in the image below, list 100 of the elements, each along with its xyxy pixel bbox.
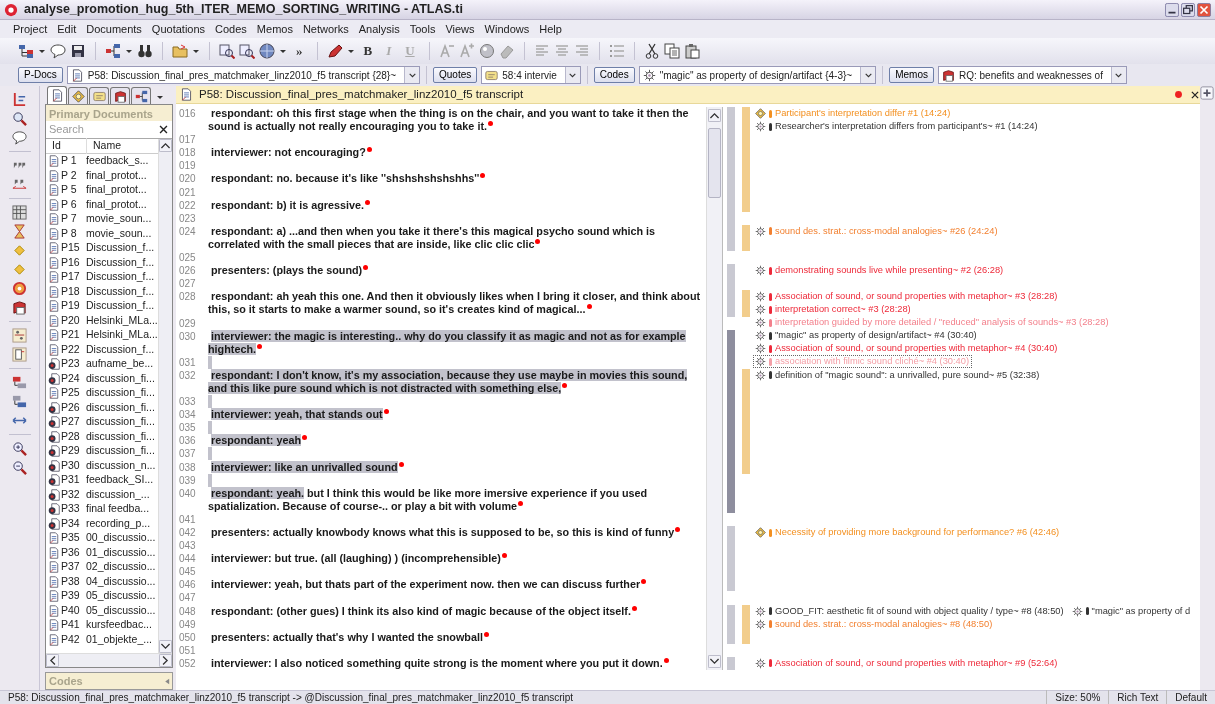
document-name[interactable]: final_protot... [86,182,147,199]
transcript-paragraph: respondant: yeah [206,434,706,448]
margin-code[interactable]: Association of sound, or sound properties with metaphor~ #4 (30:40) [753,342,1061,356]
document-id: P21 [61,327,80,343]
menu-item[interactable]: Views [440,20,480,38]
document-id: P30 [61,457,80,473]
document-name[interactable]: recording_p... [86,515,151,532]
document-name[interactable]: 05_discussio... [86,602,156,619]
line-number: 033 [178,395,197,409]
transcript-paragraph: respondant: (other gues) I think its also kind of magic because of the object itself. [206,604,706,618]
selector-button[interactable]: P-Docs [18,67,63,83]
menu-item[interactable]: Windows [479,20,535,38]
document-name[interactable]: Helsinki_MLa... [86,327,158,344]
document-id: P 6 [61,196,77,212]
line-number: 037 [178,447,197,461]
document-name[interactable]: feedback_s... [86,153,149,170]
document-name[interactable]: kursfeedbac... [86,617,152,634]
menu-item[interactable]: Codes [210,20,252,38]
document-name[interactable]: movie_soun... [86,211,152,228]
document-name[interactable]: Discussion_f... [86,254,155,271]
document-name[interactable]: final_protot... [86,196,147,213]
document-name[interactable]: final feedba... [86,501,150,518]
document-name[interactable]: discussion_fi... [86,414,155,431]
window-title: analyse_promotion_hug_5th_ITER_MEMO_SORTING_WRITING - ATLAS.ti [24,1,463,19]
status-text: P58: Discussion_final_pres_matchmaker_linz2010_f5 transcript -> @Discussion_final_pres_matchmaker_linz2010_f5 transcript [8,691,575,704]
document-name[interactable]: Helsinki_MLa... [86,312,158,329]
selector-dropdown[interactable]: "magic" as property of design/artifact {4-3}~ [638,66,877,84]
document-title: P58: Discussion_final_pres_matchmaker_linz2010_f5 transcript [199,86,525,102]
document-name[interactable]: 02_discussio... [86,559,156,576]
margin-code[interactable]: interpretation correct~ #3 (28:28) [753,303,914,317]
document-id: P 2 [61,167,77,183]
document-name[interactable]: discussion_fi... [86,370,155,387]
margin-code[interactable]: Association of sound, or sound properties with metaphor~ #3 (28:28) [753,290,1061,304]
menu-item[interactable]: Edit [52,20,82,38]
transcript-paragraph: respondant: I don't know, it's my association, because they use maybe in movies this sound, and this like pure sound which is not distracted with something else, [207,368,689,396]
document-name[interactable]: 04_discussio... [86,573,156,590]
line-number: 041 [178,512,197,526]
document-name[interactable]: discussion_fi... [86,443,155,460]
document-name[interactable]: discussion_fi... [86,399,155,416]
format-button[interactable]: B [358,41,378,61]
menu-item[interactable]: Help [534,20,567,38]
document-name[interactable]: discussion_n... [86,457,156,474]
menu-item[interactable]: Project [8,20,53,38]
line-number: 047 [178,591,197,605]
margin-code[interactable]: definition of "magic sound": a unrivalled, pure sound~ #5 (32:38) [753,368,1043,382]
menu-item[interactable]: Documents [81,20,147,38]
document-name[interactable]: Discussion_f... [86,341,155,358]
document-id: P39 [61,588,80,604]
margin-code[interactable]: Association of sound, or sound properties with metaphor~ #9 (52:64) [753,656,1061,670]
margin-code[interactable]: GOOD_FIT: aesthetic fit of sound with object quality / type~ #8 (48:50) [753,604,1067,618]
selector-dropdown[interactable]: RQ: benefits and weaknesses of [937,66,1127,84]
document-name[interactable]: discussion_fi... [86,428,155,445]
transcript-paragraph: interviewer: not encouraging? [206,146,706,160]
document-name[interactable]: 00_discussio... [86,530,156,547]
document-name[interactable]: 01_objekte_... [86,631,152,648]
margin-code[interactable]: demonstrating sounds live while presenting~ #2 (26:28) [753,264,1007,278]
transcript-paragraph: interviewer: but true. (all (laughing) ) (incomprehensible) [206,552,706,566]
margin-code[interactable]: Researcher's interpretation differs from participant's~ #1 (14:24) [753,120,1041,133]
menu-item[interactable]: Networks [297,20,354,38]
menu-item[interactable]: Analysis [353,20,405,38]
document-id: P41 [61,617,80,633]
selector-dropdown[interactable]: 58:4 intervie [481,66,581,84]
document-name[interactable]: Discussion_f... [86,269,155,286]
document-name[interactable]: final_protot... [86,167,147,184]
selector-dropdown[interactable]: P58: Discussion_final_pres_matchmaker_linz2010_f5 transcript {28}~ [66,66,421,84]
document-id: P18 [61,283,80,299]
line-number: 017 [178,133,197,147]
document-name[interactable]: Discussion_f... [86,298,155,315]
document-id: P23 [61,356,80,372]
margin-code[interactable]: "magic" as property of design/artifact~ #4 (30:40) [753,329,980,343]
margin-code[interactable]: "magic" as property of d [1069,604,1194,618]
selector-button[interactable]: Codes [593,67,635,83]
line-number: 016 [178,107,197,121]
document-name[interactable]: 01_discussio... [86,544,156,561]
document-name[interactable]: discussion_... [86,486,150,503]
selector-button[interactable]: Memos [889,67,934,83]
transcript-paragraph: respondant: b) it is agressive. [206,198,706,212]
menu-item[interactable]: Quotations [146,20,211,38]
document-id: P35 [61,530,80,546]
selector-button[interactable]: Quotes [433,67,478,83]
document-name[interactable]: 05_discussio... [86,588,156,605]
document-name[interactable]: Discussion_f... [86,283,155,300]
line-number: 036 [178,434,197,448]
document-name[interactable]: movie_soun... [86,225,152,242]
document-name[interactable]: aufname_be... [86,356,154,373]
document-name[interactable]: Discussion_f... [86,240,155,257]
transcript-paragraph: respondant: a) ...and then when you take it there's this magical psycho sound which is correlated with the small pieces that are inside, like clic clic clic [207,224,657,252]
document-name[interactable]: discussion_fi... [86,385,155,402]
line-number: 045 [178,565,197,579]
document-id: P25 [61,385,80,401]
document-name[interactable]: feedback_SI... [86,472,154,489]
menu-item[interactable]: Tools [404,20,441,38]
more-tools-button[interactable]: » [291,41,308,61]
column-header[interactable]: Id [46,138,86,154]
document-id: P32 [61,486,80,502]
column-header[interactable]: Name [86,138,121,154]
line-number: 029 [178,316,197,330]
line-number: 048 [178,604,197,618]
menu-item[interactable]: Memos [251,20,298,38]
line-number: 035 [178,421,197,435]
